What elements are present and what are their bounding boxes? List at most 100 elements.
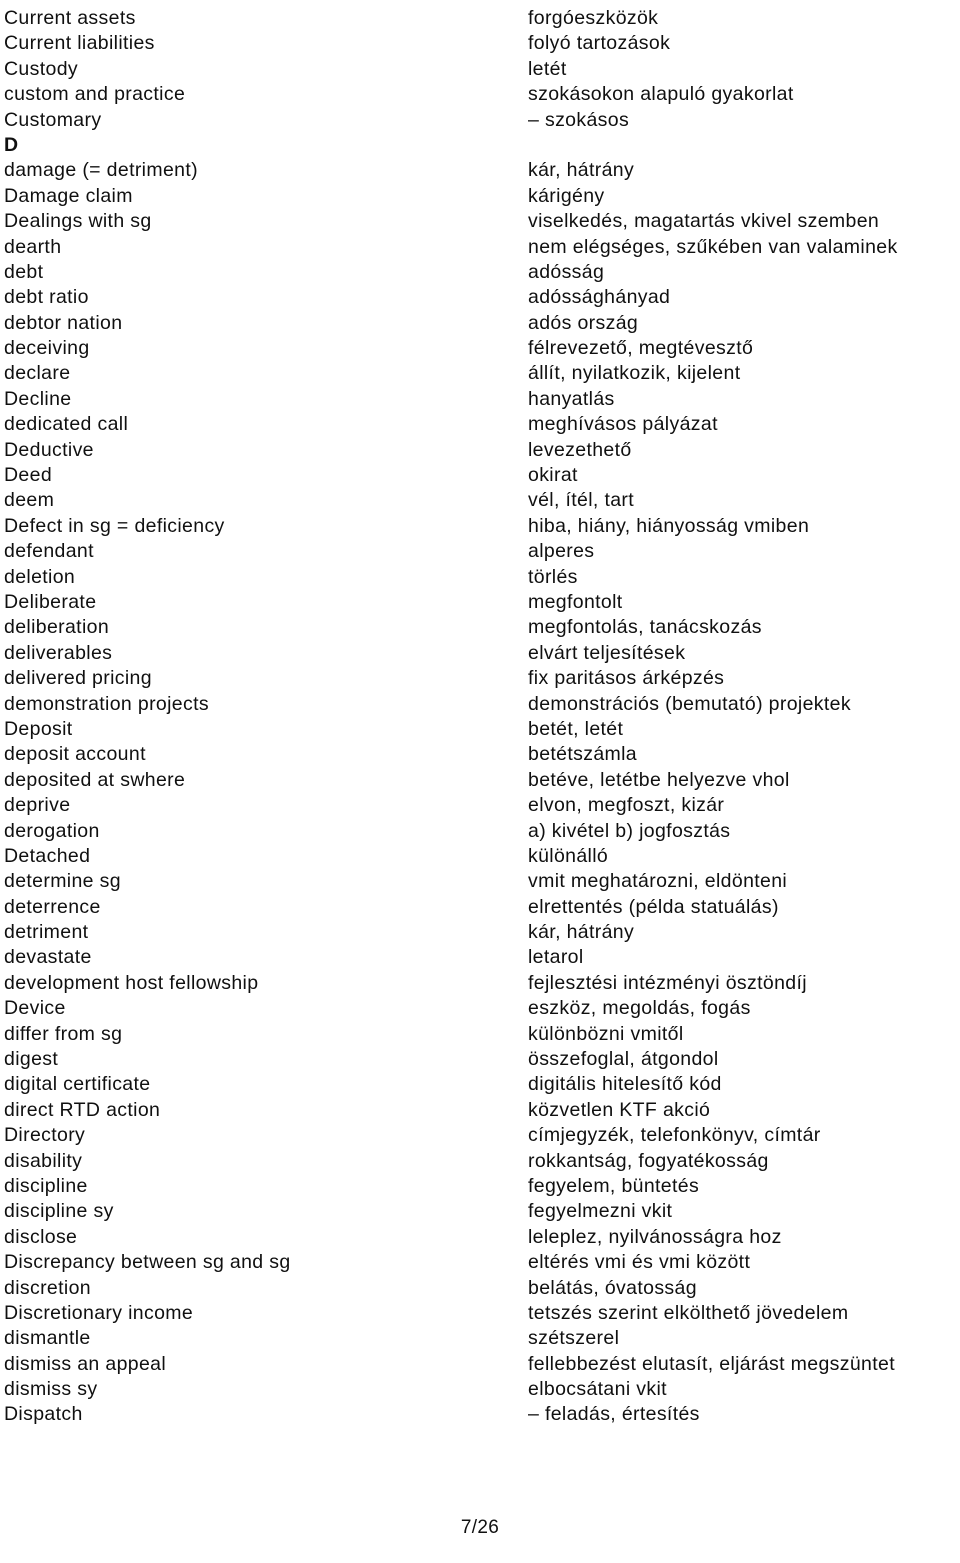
- glossary-definition: adóssághányad: [528, 286, 671, 309]
- glossary-entry: defendant alperes: [4, 539, 960, 564]
- glossary-entry: delivered pricing fix paritásos árképzés: [4, 666, 960, 691]
- glossary-entry: deliverables elvárt teljesítések: [4, 641, 960, 666]
- glossary-term: digest: [4, 1048, 59, 1071]
- glossary-term: Discretionary income: [4, 1301, 194, 1324]
- glossary-entry: dismiss an appeal fellebbezést elutasít, …: [4, 1352, 960, 1377]
- glossary-definition: eltérés vmi és vmi között: [528, 1251, 751, 1274]
- glossary-definition: belátás, óvatosság: [528, 1276, 697, 1299]
- glossary-definition: betéve, letétbe helyezve vhol: [528, 768, 790, 791]
- document-page: Current assets forgóeszközök Current liabi…: [0, 0, 960, 1563]
- glossary-definition: meghívásos pályázat: [528, 413, 718, 436]
- glossary-definition: különbözni vmitől: [528, 1022, 684, 1045]
- glossary-definition: leleplez, nyilvánosságra hoz: [528, 1225, 782, 1248]
- glossary-definition: adós ország: [528, 311, 639, 334]
- glossary-entry: deterrence elrettentés (példa statuálás): [4, 895, 960, 920]
- glossary-term: custom and practice: [4, 83, 186, 106]
- glossary-term: derogation: [4, 819, 100, 842]
- glossary-definition: viselkedés, magatartás vkivel szemben: [528, 210, 880, 233]
- glossary-definition: törlés: [528, 565, 578, 588]
- glossary-term: discipline: [4, 1174, 88, 1197]
- glossary-definition: megfontolás, tanácskozás: [528, 616, 762, 639]
- glossary-entry: Decline hanyatlás: [4, 387, 960, 412]
- glossary-entry: dedicated call meghívásos pályázat: [4, 412, 960, 437]
- glossary-entry: Damage claim kárigény: [4, 184, 960, 209]
- glossary-term: deliverables: [4, 641, 113, 664]
- glossary-definition: fejlesztési intézményi ösztöndíj: [528, 971, 807, 994]
- glossary-entry: discipline sy fegyelmezni vkit: [4, 1199, 960, 1224]
- glossary-term: debtor nation: [4, 311, 123, 334]
- glossary-term: Deposit: [4, 717, 73, 740]
- glossary-term: dismantle: [4, 1327, 91, 1350]
- glossary-definition: forgóeszközök: [528, 7, 659, 29]
- glossary-definition: betétszámla: [528, 743, 637, 766]
- glossary-term: debt: [4, 260, 44, 283]
- glossary-term: deposited at swhere: [4, 768, 186, 791]
- glossary-definition: – szokásos: [528, 108, 630, 131]
- glossary-definition: állít, nyilatkozik, kijelent: [528, 362, 741, 385]
- glossary-term: dedicated call: [4, 413, 129, 436]
- glossary-definition: megfontolt: [528, 590, 623, 613]
- glossary-entry: Deductive levezethető: [4, 438, 960, 463]
- glossary-term: demonstration projects: [4, 692, 209, 715]
- glossary-entry: dismantle szétszerel: [4, 1326, 960, 1351]
- glossary-term: deletion: [4, 565, 76, 588]
- glossary-entry: discretion belátás, óvatosság: [4, 1276, 960, 1301]
- glossary-term: direct RTD action: [4, 1098, 161, 1121]
- glossary-term: discipline sy: [4, 1200, 114, 1223]
- glossary-term: delivered pricing: [4, 667, 152, 690]
- glossary-definition: kár, hátrány: [528, 921, 635, 944]
- glossary-term: disclose: [4, 1225, 78, 1248]
- glossary-definition: fegyelem, büntetés: [528, 1174, 700, 1197]
- glossary-entry: declare állít, nyilatkozik, kijelent: [4, 361, 960, 386]
- glossary-definition: hanyatlás: [528, 387, 615, 410]
- glossary-term: differ from sg: [4, 1022, 123, 1045]
- glossary-entry: Dispatch – feladás, értesítés: [4, 1402, 960, 1427]
- glossary-definition: eszköz, megoldás, fogás: [528, 997, 751, 1020]
- glossary-term: deposit account: [4, 743, 146, 766]
- glossary-entry: digest összefoglal, átgondol: [4, 1047, 960, 1072]
- glossary-term: Detached: [4, 844, 91, 867]
- glossary-entry: discipline fegyelem, büntetés: [4, 1174, 960, 1199]
- glossary-definition: tetszés szerint elkölthető jövedelem: [528, 1301, 849, 1324]
- glossary-entry: deposited at swhere betéve, letétbe helye…: [4, 768, 960, 793]
- glossary-entry: disclose leleplez, nyilvánosságra hoz: [4, 1225, 960, 1250]
- glossary-definition: szétszerel: [528, 1327, 620, 1350]
- glossary-term: Discrepancy between sg and sg: [4, 1251, 291, 1274]
- glossary-term: Damage claim: [4, 184, 133, 207]
- glossary-term: dearth: [4, 235, 62, 258]
- glossary-entry: deletion törlés: [4, 565, 960, 590]
- glossary-definition: fegyelmezni vkit: [528, 1200, 673, 1223]
- glossary-entry: deceiving félrevezető, megtévesztő: [4, 336, 960, 361]
- page-footer: 7/26: [0, 1517, 960, 1539]
- glossary-definition: szokásokon alapuló gyakorlat: [528, 83, 794, 106]
- glossary-term: deceiving: [4, 337, 90, 360]
- glossary-definition: összefoglal, átgondol: [528, 1048, 719, 1071]
- glossary-definition: adósság: [528, 260, 605, 283]
- glossary-definition: hiba, hiány, hiányosság vmiben: [528, 514, 810, 537]
- glossary-entry: Deed okirat: [4, 463, 960, 488]
- glossary-term: Dispatch: [4, 1403, 83, 1426]
- glossary-definition: kár, hátrány: [528, 159, 635, 182]
- glossary-term: deliberation: [4, 616, 110, 639]
- glossary-term: Directory: [4, 1124, 86, 1147]
- glossary-definition: különálló: [528, 844, 609, 867]
- glossary-entry: disability rokkantság, fogyatékosság: [4, 1149, 960, 1174]
- glossary-term: deprive: [4, 794, 71, 817]
- glossary-entry: demonstration projects demonstrációs (bem…: [4, 692, 960, 717]
- glossary-definition: levezethető: [528, 438, 632, 461]
- glossary-term: Decline: [4, 387, 72, 410]
- glossary-term: Device: [4, 997, 66, 1020]
- glossary-term: Current assets: [4, 7, 136, 29]
- glossary-term: Custody: [4, 57, 78, 80]
- glossary-term: defendant: [4, 540, 94, 563]
- glossary-term: debt ratio: [4, 286, 89, 309]
- glossary-entry: debt ratio adóssághányad: [4, 285, 960, 310]
- glossary-definition: – feladás, értesítés: [528, 1403, 700, 1426]
- glossary-entry: Current assets forgóeszközök: [4, 6, 960, 31]
- glossary-definition: nem elégséges, szűkében van valaminek: [528, 235, 898, 258]
- glossary-definition: folyó tartozások: [528, 32, 671, 55]
- glossary-entry: deprive elvon, megfoszt, kizár: [4, 793, 960, 818]
- glossary-term: Dealings with sg: [4, 210, 152, 233]
- glossary-entry: derogation a) kivétel b) jogfosztás: [4, 819, 960, 844]
- glossary-definition: címjegyzék, telefonkönyv, címtár: [528, 1124, 821, 1147]
